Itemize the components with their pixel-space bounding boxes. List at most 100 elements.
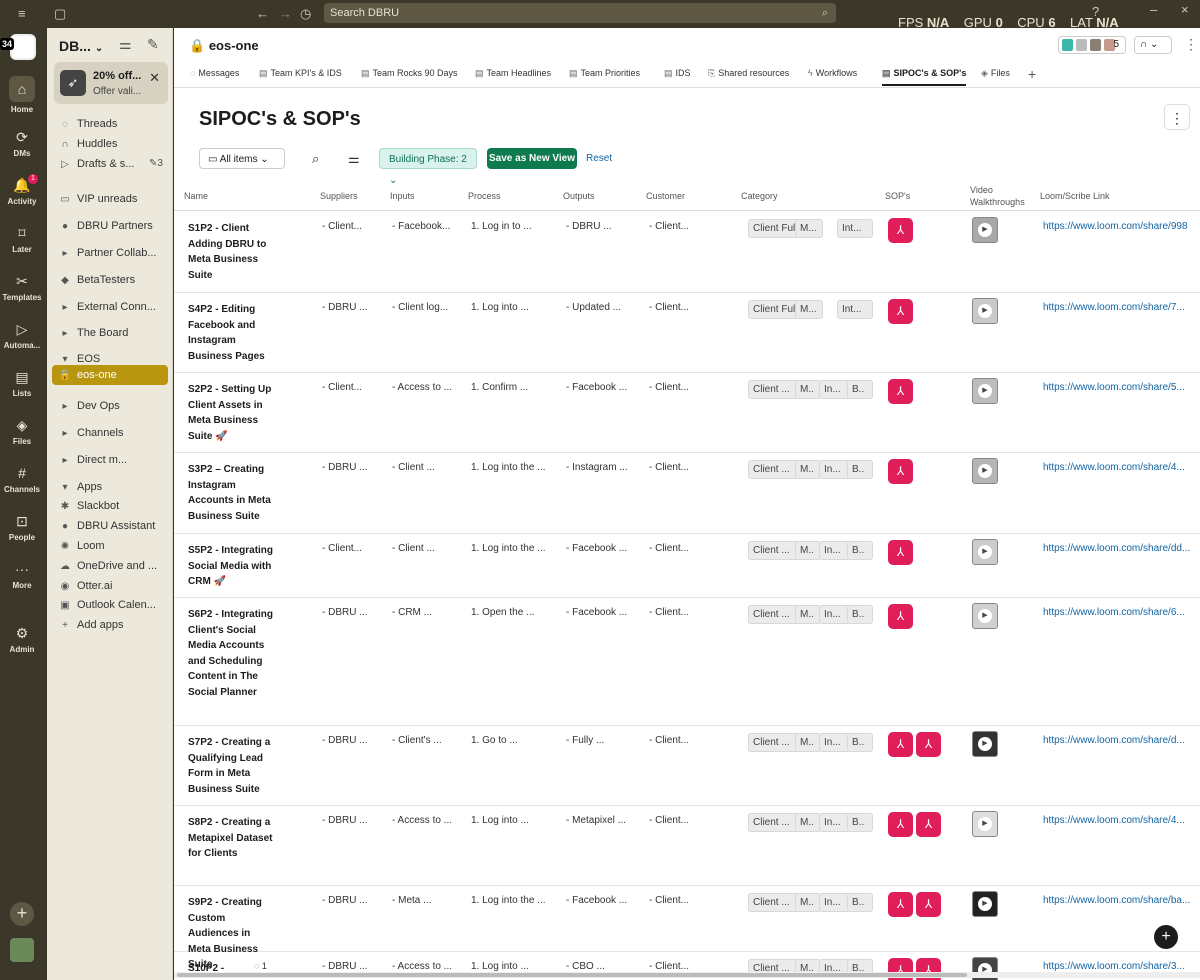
cell-inputs[interactable]: - Client log... bbox=[392, 302, 448, 313]
add-tab-icon[interactable]: + bbox=[1028, 66, 1036, 82]
save-view-button[interactable]: Save as New View bbox=[487, 148, 577, 169]
cell-customer[interactable]: - Client... bbox=[649, 607, 689, 618]
loom-link[interactable]: https://www.loom.com/share/7... bbox=[1043, 302, 1185, 313]
column-header[interactable]: SOP's bbox=[885, 191, 910, 201]
sidebar-item-dbru-assistant[interactable]: ● DBRU Assistant bbox=[57, 516, 169, 536]
category-tag[interactable]: B.. bbox=[847, 541, 873, 560]
video-thumbnail[interactable]: ▶ bbox=[972, 217, 998, 243]
loom-link[interactable]: https://www.loom.com/share/4... bbox=[1043, 462, 1185, 473]
cell-inputs[interactable]: - Access to ... bbox=[392, 382, 452, 393]
cell-outputs[interactable]: - Facebook ... bbox=[566, 895, 627, 906]
cell-suppliers[interactable]: - DBRU ... bbox=[322, 462, 368, 473]
loom-link[interactable]: https://www.loom.com/share/5... bbox=[1043, 382, 1185, 393]
back-arrow-icon[interactable]: ← bbox=[256, 6, 269, 22]
cell-process[interactable]: 1. Confirm ... bbox=[471, 382, 528, 393]
sidebar-item-dbru-partners[interactable]: ● DBRU Partners bbox=[57, 216, 169, 236]
sidebar-item-external-conn[interactable]: ▸ External Conn... bbox=[57, 297, 169, 317]
category-tag[interactable]: B.. bbox=[847, 733, 873, 752]
filter-settings-icon[interactable]: ⚌ bbox=[348, 148, 360, 169]
pdf-icon[interactable]: ⅄ bbox=[916, 892, 941, 917]
category-tag[interactable]: Client ... bbox=[748, 380, 801, 399]
video-thumbnail[interactable]: ▶ bbox=[972, 298, 998, 324]
category-tag[interactable]: Client ... bbox=[748, 733, 801, 752]
category-tag[interactable]: M.. bbox=[795, 893, 821, 912]
rail-item-automa[interactable]: ▷ Automa... bbox=[0, 320, 44, 350]
help-icon[interactable]: ? bbox=[1092, 4, 1099, 20]
video-thumbnail[interactable]: ▶ bbox=[972, 891, 998, 917]
sidebar-item-loom[interactable]: ✺ Loom bbox=[57, 536, 169, 556]
filter-chip[interactable]: Building Phase: 2 ⌄ bbox=[379, 148, 477, 186]
pdf-icon[interactable]: ⅄ bbox=[888, 892, 913, 917]
category-tag[interactable]: M... bbox=[795, 300, 823, 319]
more-vertical-icon[interactable]: ⋮ bbox=[1184, 36, 1198, 53]
add-workspace-button[interactable]: + bbox=[10, 902, 34, 926]
list-options-button[interactable]: ⋮ bbox=[1164, 104, 1190, 130]
cell-process[interactable]: 1. Open the ... bbox=[471, 607, 534, 618]
loom-link[interactable]: https://www.loom.com/share/4... bbox=[1043, 815, 1185, 826]
column-header[interactable]: Suppliers bbox=[320, 191, 358, 201]
table-row[interactable]: S3P2 – Creating Instagram Accounts in Me… bbox=[174, 453, 1200, 534]
column-header[interactable]: Category bbox=[741, 191, 778, 201]
video-thumbnail[interactable]: ▶ bbox=[972, 539, 998, 565]
compose-icon[interactable]: ✎ bbox=[147, 36, 159, 53]
sidebar-item-otter-ai[interactable]: ◉ Otter.ai bbox=[57, 576, 169, 596]
rail-item-lists[interactable]: ▤ Lists bbox=[0, 368, 44, 398]
sidebar-item-channels[interactable]: ▸ Channels bbox=[57, 423, 169, 443]
cell-suppliers[interactable]: - DBRU ... bbox=[322, 735, 368, 746]
cell-suppliers[interactable]: - DBRU ... bbox=[322, 302, 368, 313]
filter-icon[interactable]: ⚌ bbox=[119, 36, 132, 53]
video-thumbnail[interactable]: ▶ bbox=[972, 378, 998, 404]
tab-workflows[interactable]: ϟ Workflows bbox=[808, 68, 857, 78]
comment-count[interactable]: ◌ 1 bbox=[254, 961, 267, 971]
cell-customer[interactable]: - Client... bbox=[649, 961, 689, 972]
pdf-icon[interactable]: ⅄ bbox=[888, 459, 913, 484]
table-row[interactable]: S7P2 - Creating a Qualifying Lead Form i… bbox=[174, 726, 1200, 806]
table-row[interactable]: S1P2 - Client Adding DBRU to Meta Busine… bbox=[174, 212, 1200, 293]
rail-item-later[interactable]: ⌑ Later bbox=[0, 224, 44, 254]
search-icon[interactable]: ⌕ bbox=[312, 148, 319, 169]
pdf-icon[interactable]: ⅄ bbox=[916, 732, 941, 757]
cell-suppliers[interactable]: - Client... bbox=[322, 221, 362, 232]
loom-link[interactable]: https://www.loom.com/share/ba... bbox=[1043, 895, 1190, 906]
cell-customer[interactable]: - Client... bbox=[649, 462, 689, 473]
cell-inputs[interactable]: - Client's ... bbox=[392, 735, 442, 746]
sidebar-item-dev-ops[interactable]: ▸ Dev Ops bbox=[57, 396, 169, 416]
pdf-icon[interactable]: ⅄ bbox=[888, 732, 913, 757]
rail-item-templates[interactable]: ✂ Templates bbox=[0, 272, 44, 302]
channel-title[interactable]: 🔒 eos-one bbox=[189, 38, 259, 54]
tab-team-kpi-s-ids[interactable]: ▤ Team KPI's & IDS bbox=[259, 68, 342, 79]
tab-sipoc-s-sop-s[interactable]: ▤ SIPOC's & SOP's bbox=[882, 68, 967, 86]
cell-suppliers[interactable]: - DBRU ... bbox=[322, 961, 368, 972]
sidebar-item-huddles[interactable]: ∩ Huddles bbox=[57, 134, 169, 154]
table-row[interactable]: S4P2 - Editing Facebook and Instagram Bu… bbox=[174, 293, 1200, 373]
sidebar-item-eos-one[interactable]: 🔒 eos-one bbox=[52, 365, 168, 385]
sidebar-item-partner-collab[interactable]: ▸ Partner Collab... bbox=[57, 243, 169, 263]
cell-customer[interactable]: - Client... bbox=[649, 895, 689, 906]
category-tag[interactable]: B.. bbox=[847, 893, 873, 912]
tab-ids[interactable]: ▤ IDS bbox=[664, 68, 691, 79]
category-tag[interactable]: Int... bbox=[837, 219, 873, 238]
column-header[interactable]: Customer bbox=[646, 191, 685, 201]
rail-item-people[interactable]: ⊡ People bbox=[0, 512, 44, 542]
close-window-icon[interactable]: × bbox=[1181, 2, 1189, 18]
cell-outputs[interactable]: - Metapixel ... bbox=[566, 815, 626, 826]
cell-process[interactable]: 1. Log into ... bbox=[471, 961, 529, 972]
category-tag[interactable]: Client ... bbox=[748, 893, 801, 912]
video-thumbnail[interactable]: ▶ bbox=[972, 458, 998, 484]
cell-process[interactable]: 1. Log into the ... bbox=[471, 462, 546, 473]
rail-item-more[interactable]: ··· More bbox=[0, 560, 44, 590]
category-tag[interactable]: B.. bbox=[847, 380, 873, 399]
workspace-name[interactable]: DB... ⌄ bbox=[59, 38, 103, 54]
cell-customer[interactable]: - Client... bbox=[649, 382, 689, 393]
pdf-icon[interactable]: ⅄ bbox=[888, 299, 913, 324]
row-name[interactable]: S3P2 – Creating Instagram Accounts in Me… bbox=[188, 462, 274, 524]
category-tag[interactable]: Int... bbox=[837, 300, 873, 319]
category-tag[interactable]: B.. bbox=[847, 813, 873, 832]
sidebar-item-threads[interactable]: ◌ Threads bbox=[57, 114, 169, 134]
view-selector[interactable]: ▭ All items ⌄ bbox=[199, 148, 285, 169]
tab-team-priorities[interactable]: ▤ Team Priorities bbox=[569, 68, 640, 79]
cell-process[interactable]: 1. Log into ... bbox=[471, 302, 529, 313]
cell-process[interactable]: 1. Log into the ... bbox=[471, 543, 546, 554]
sidebar-item-drafts-s[interactable]: ▷ Drafts & s... ✎3 bbox=[57, 154, 169, 174]
cell-customer[interactable]: - Client... bbox=[649, 815, 689, 826]
